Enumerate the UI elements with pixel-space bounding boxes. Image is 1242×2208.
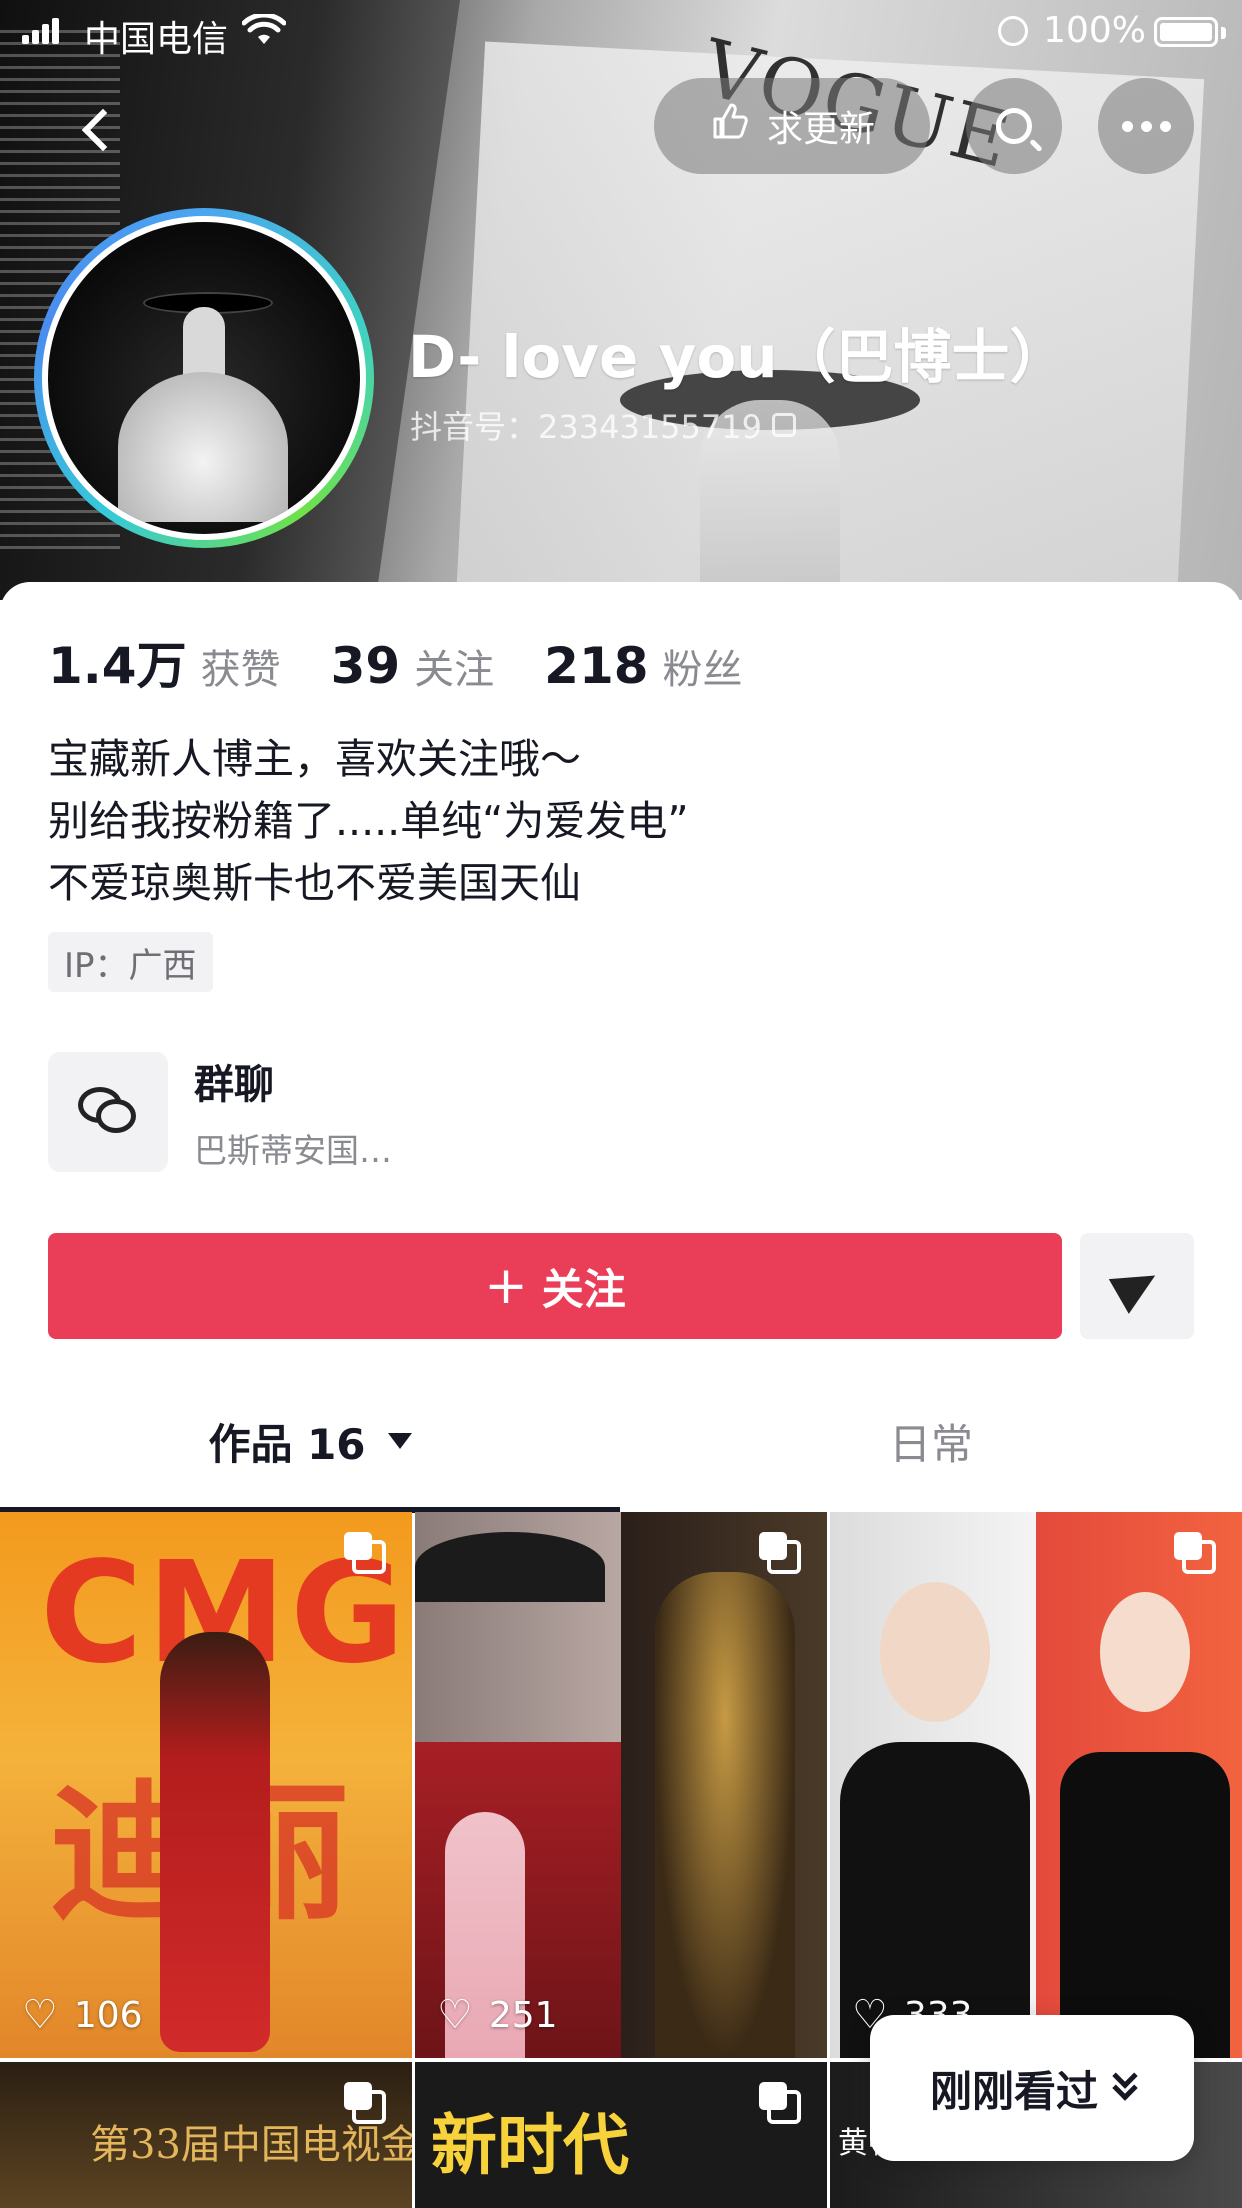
plus-icon: + — [484, 1256, 528, 1316]
like-count-value: 251 — [488, 1994, 558, 2036]
content-tabs: 作品 16 日常 — [0, 1382, 1242, 1500]
battery-icon — [1154, 17, 1218, 47]
multi-image-icon — [759, 1532, 801, 1574]
douyin-id[interactable]: 抖音号：23343155719 — [410, 402, 796, 448]
stat-likes[interactable]: 1.4万 获赞 — [48, 626, 281, 698]
more-icon-dot — [1159, 120, 1171, 132]
more-icon — [1121, 120, 1133, 132]
douyin-id-text: 抖音号：23343155719 — [410, 408, 762, 446]
recently-viewed-label: 刚刚看过 — [929, 2066, 1098, 2116]
tab-daily[interactable]: 日常 — [620, 1382, 1242, 1500]
carrier-name: 中国电信 — [84, 19, 229, 60]
wifi-icon — [241, 12, 287, 57]
thumb-figure — [1060, 1752, 1230, 2058]
heart-icon: ♡ — [22, 1992, 58, 2038]
bio-line: 宝藏新人博主，喜欢关注哦～ — [48, 735, 581, 783]
like-count: ♡ 106 — [22, 1992, 143, 2038]
recently-viewed-button[interactable]: 刚刚看过 — [870, 2015, 1194, 2161]
thumb-figure — [655, 1572, 795, 2058]
back-button[interactable] — [50, 84, 142, 176]
chat-bubbles-icon — [78, 1087, 138, 1137]
tab-works-label: 作品 16 — [208, 1419, 366, 1469]
tab-daily-label: 日常 — [888, 1419, 973, 1469]
group-chat-title: 群聊 — [194, 1062, 274, 1108]
like-count: ♡ 251 — [437, 1992, 558, 2038]
video-thumbnail[interactable]: ♡ 251 — [415, 1512, 827, 2058]
stat-likes-value: 1.4万 — [48, 637, 187, 695]
profile-nickname: D- love you（巴博士） — [408, 323, 1068, 391]
multi-image-icon — [344, 2082, 386, 2124]
send-message-button[interactable] — [1080, 1233, 1194, 1339]
status-bar: 中国电信 100% — [0, 0, 1242, 62]
ip-location-tag: IP：广西 — [48, 932, 213, 992]
copy-icon[interactable] — [771, 413, 796, 437]
profile-page: VOGUE 中国电信 100% 求更新 D- love you（巴博士） — [0, 0, 1242, 2208]
request-update-label: 求更新 — [766, 109, 875, 150]
group-chat-icon-box — [48, 1052, 168, 1172]
search-icon — [996, 108, 1032, 144]
caret-down-icon — [387, 1433, 412, 1449]
video-thumbnail[interactable]: ♡ 333 — [830, 1512, 1242, 2058]
profile-bio: 宝藏新人博主，喜欢关注哦～ 别给我按粉籍了.....单纯“为爱发电” 不爱琼奥斯… — [48, 728, 689, 914]
multi-image-icon — [344, 1532, 386, 1574]
bio-line: 别给我按粉籍了.....单纯“为爱发电” — [48, 797, 689, 845]
group-chat-subtitle: 巴斯蒂安国… — [194, 1131, 392, 1170]
video-thumbnail[interactable]: 新时代 — [415, 2062, 827, 2208]
multi-image-icon — [1174, 1532, 1216, 1574]
multi-image-icon — [759, 2082, 801, 2124]
thumb-umbrella — [415, 1532, 605, 1602]
thumb-icon — [709, 101, 749, 151]
like-count-value: 106 — [73, 1994, 143, 2036]
follow-button[interactable]: + 关注 — [48, 1233, 1062, 1339]
double-chevron-down-icon — [1112, 2063, 1138, 2101]
avatar-image — [42, 216, 366, 540]
thumb-face — [880, 1582, 990, 1722]
group-chat-text: 群聊 巴斯蒂安国… — [194, 1052, 392, 1172]
thumb-face — [1100, 1592, 1190, 1712]
stat-following[interactable]: 39 关注 — [331, 637, 495, 695]
chevron-left-icon — [81, 108, 125, 152]
request-update-button[interactable]: 求更新 — [654, 78, 930, 174]
stat-followers[interactable]: 218 粉丝 — [544, 637, 742, 695]
video-thumbnail[interactable]: 第33届中国电视金鹰奖 — [0, 2062, 412, 2208]
tab-works[interactable]: 作品 16 — [0, 1382, 620, 1500]
avatar[interactable] — [34, 208, 374, 548]
bio-line: 不爱琼奥斯卡也不爱美国天仙 — [48, 859, 581, 907]
rotation-lock-icon — [998, 16, 1028, 46]
signal-icon — [22, 18, 62, 44]
battery-percent: 100% — [1043, 10, 1146, 51]
more-icon-dot — [1140, 120, 1152, 132]
profile-stats: 1.4万 获赞 39 关注 218 粉丝 — [48, 626, 793, 698]
search-button[interactable] — [966, 78, 1062, 174]
thumb-caption: 新时代 — [431, 2107, 629, 2184]
stat-followers-label: 粉丝 — [662, 647, 743, 693]
stat-following-value: 39 — [330, 637, 401, 695]
stat-followers-value: 218 — [544, 637, 649, 695]
follow-label: 关注 — [541, 1264, 626, 1314]
send-icon — [1108, 1258, 1166, 1314]
heart-icon: ♡ — [437, 1992, 473, 2038]
battery-tip — [1221, 27, 1226, 39]
video-thumbnail[interactable]: CMG 迪丽 ♡ 106 — [0, 1512, 412, 2058]
more-button[interactable] — [1098, 78, 1194, 174]
stat-following-label: 关注 — [414, 647, 495, 693]
thumb-figure — [160, 1632, 270, 2052]
group-chat-entry[interactable]: 群聊 巴斯蒂安国… — [48, 1052, 392, 1172]
stat-likes-label: 获赞 — [200, 647, 281, 693]
